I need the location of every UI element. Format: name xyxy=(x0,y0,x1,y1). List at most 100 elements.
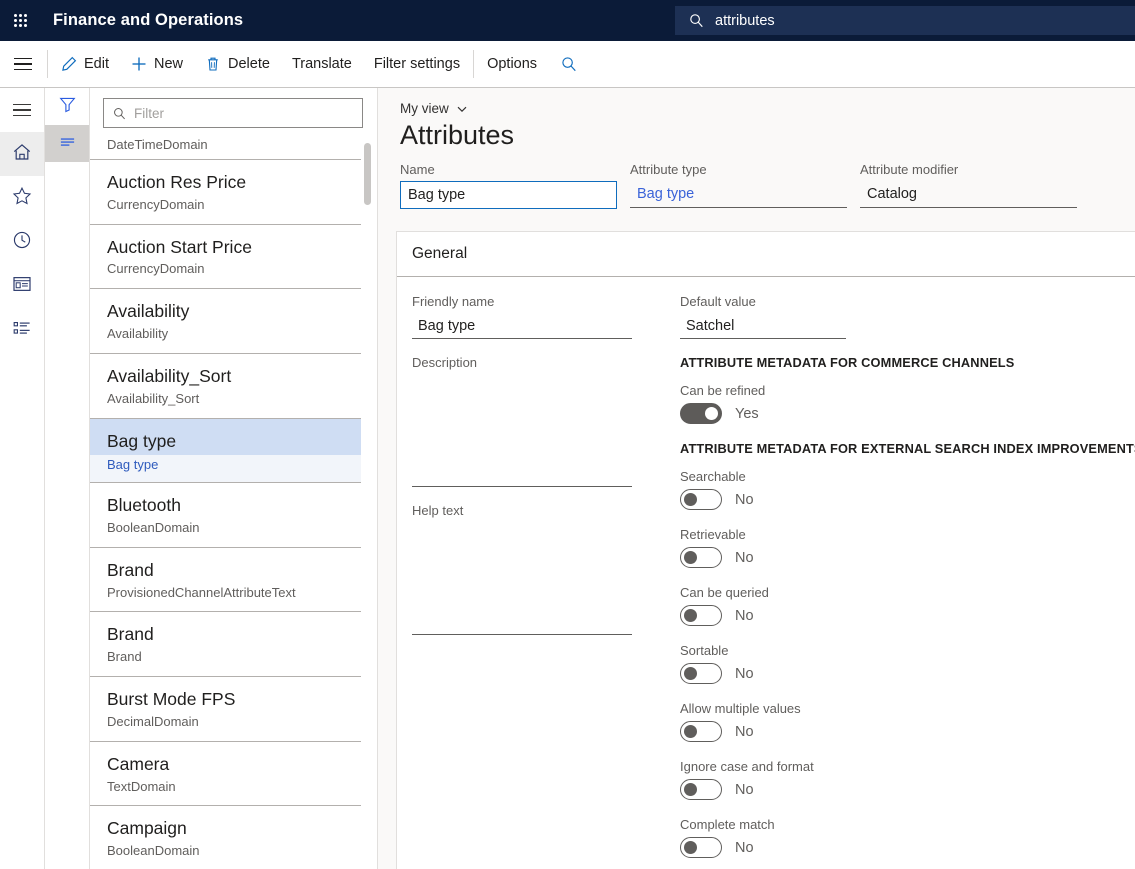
list-item-subtitle-row: Brand xyxy=(107,649,361,666)
list-item-title: Auction Res Price xyxy=(107,171,361,194)
list-item-subtitle: CurrencyDomain xyxy=(107,197,361,214)
rail-home[interactable] xyxy=(0,132,44,176)
friendly-name-value: Bag type xyxy=(418,318,475,334)
list-item-subtitle-row: BooleanDomain xyxy=(107,520,361,537)
toggle-knob xyxy=(684,493,697,506)
attributes-list-scroll[interactable]: DateTimeDomain Auction Res Price Currency… xyxy=(90,137,378,869)
list-filter-input[interactable] xyxy=(134,106,334,121)
edit-button[interactable]: Edit xyxy=(50,41,120,87)
lines-icon xyxy=(59,133,76,155)
sortable-toggle-row: No xyxy=(680,663,1105,684)
left-navigation-rail xyxy=(0,88,45,869)
app-title: Finance and Operations xyxy=(53,11,243,30)
list-item-subtitle-row: Availability_Sort xyxy=(107,391,361,408)
toggle-knob xyxy=(684,667,697,680)
attribute-type-field-group: Attribute type Bag type xyxy=(630,162,860,209)
rail-modules[interactable] xyxy=(0,308,44,352)
ignore-case-and-format-toggle-row: No xyxy=(680,779,1105,800)
can-be-queried-toggle-value: No xyxy=(735,608,754,624)
allow-multiple-values-toggle-group: Allow multiple values No xyxy=(680,701,1105,742)
list-pane-toggle[interactable] xyxy=(45,125,89,162)
translate-button[interactable]: Translate xyxy=(281,41,363,87)
list-item[interactable]: Bag typeBag type xyxy=(90,419,361,484)
list-item[interactable]: Availability_SortAvailability_Sort xyxy=(90,354,361,419)
can-be-refined-toggle-label: Can be refined xyxy=(680,383,1105,398)
list-item-title: Campaign xyxy=(107,817,361,840)
list-item-subtitle: ProvisionedChannelAttributeText xyxy=(107,585,361,602)
global-search-box[interactable]: attributes xyxy=(675,6,1135,35)
help-text-field[interactable] xyxy=(412,522,632,635)
list-item-subtitle-row: CurrencyDomain xyxy=(107,261,361,278)
main-content-area: My view Attributes Name Bag type Attribu… xyxy=(378,88,1135,869)
name-field[interactable]: Bag type xyxy=(400,181,617,209)
default-value-value: Satchel xyxy=(686,318,734,334)
general-section-card: General Friendly name Bag type Descripti… xyxy=(396,231,1135,869)
workspace-icon xyxy=(12,274,32,299)
list-item[interactable]: Burst Mode FPSDecimalDomain xyxy=(90,677,361,742)
app-launcher-button[interactable] xyxy=(0,0,41,41)
list-item-subtitle: Brand xyxy=(107,649,361,666)
attribute-type-field[interactable]: Bag type xyxy=(630,181,847,208)
toggle-knob xyxy=(684,551,697,564)
list-item-subtitle-row: Bag type xyxy=(90,455,361,482)
default-value-field[interactable]: Satchel xyxy=(680,313,846,339)
list-item-title: Auction Start Price xyxy=(107,236,361,259)
list-item[interactable]: BrandBrand xyxy=(90,612,361,677)
allow-multiple-values-toggle-label: Allow multiple values xyxy=(680,701,1105,716)
sortable-toggle[interactable] xyxy=(680,663,722,684)
nav-menu-toggle-button[interactable] xyxy=(0,41,45,87)
list-item-subtitle-row: CurrencyDomain xyxy=(107,197,361,214)
options-button[interactable]: Options xyxy=(476,41,548,87)
list-item[interactable]: Auction Start Price CurrencyDomain xyxy=(90,225,361,290)
hamburger-icon xyxy=(14,58,32,71)
allow-multiple-values-toggle[interactable] xyxy=(680,721,722,742)
list-item[interactable]: Availability Availability xyxy=(90,289,361,354)
list-item-subtitle: Availability xyxy=(107,326,361,343)
trash-icon xyxy=(205,56,221,72)
filter-settings-button[interactable]: Filter settings xyxy=(363,41,471,87)
list-filter-box[interactable] xyxy=(103,98,363,128)
delete-button[interactable]: Delete xyxy=(194,41,281,87)
retrievable-toggle[interactable] xyxy=(680,547,722,568)
can-be-queried-toggle[interactable] xyxy=(680,605,722,626)
list-item[interactable]: BluetoothBooleanDomain xyxy=(90,483,361,548)
allow-multiple-values-toggle-row: No xyxy=(680,721,1105,742)
toggle-knob xyxy=(684,609,697,622)
star-icon xyxy=(12,186,32,211)
list-item-partial[interactable]: DateTimeDomain xyxy=(90,137,361,160)
complete-match-toggle-row: No xyxy=(680,837,1105,858)
complete-match-toggle-value: No xyxy=(735,840,754,856)
searchable-toggle[interactable] xyxy=(680,489,722,510)
general-right-column: Default value Satchel ATTRIBUTE METADATA… xyxy=(665,294,1105,869)
attribute-type-field-value[interactable]: Bag type xyxy=(637,186,694,202)
friendly-name-field[interactable]: Bag type xyxy=(412,313,632,339)
attribute-modifier-field[interactable]: Catalog xyxy=(860,181,1077,208)
general-section-body: Friendly name Bag type Description Help … xyxy=(397,277,1135,869)
filter-pane-toggle[interactable] xyxy=(45,88,89,125)
complete-match-toggle[interactable] xyxy=(680,837,722,858)
list-scrollbar-thumb[interactable] xyxy=(364,143,371,205)
list-item[interactable]: BrandProvisionedChannelAttributeText xyxy=(90,548,361,613)
rail-hamburger[interactable] xyxy=(0,88,44,132)
retrievable-toggle-group: RetrievableNo xyxy=(680,527,1105,568)
general-section-header[interactable]: General xyxy=(397,232,1135,277)
ignore-case-and-format-toggle[interactable] xyxy=(680,779,722,800)
list-item[interactable]: Auction Res Price CurrencyDomain xyxy=(90,160,361,225)
description-field[interactable] xyxy=(412,374,632,487)
can-be-refined-toggle[interactable] xyxy=(680,403,722,424)
commerce-toggles-group: Can be refinedYes xyxy=(680,383,1105,424)
list-item[interactable]: CampaignBooleanDomain xyxy=(90,806,361,869)
list-item[interactable]: CameraTextDomain xyxy=(90,742,361,807)
toolbar-search-button[interactable] xyxy=(548,41,590,87)
search-icon xyxy=(561,56,577,72)
new-button[interactable]: New xyxy=(120,41,194,87)
toggle-knob xyxy=(684,725,697,738)
rail-workspaces[interactable] xyxy=(0,264,44,308)
list-item-title: Availability xyxy=(107,300,361,323)
list-scrollbar[interactable] xyxy=(364,143,371,803)
list-filter-wrap xyxy=(90,88,377,133)
view-selector[interactable]: My view xyxy=(400,101,468,116)
delete-button-label: Delete xyxy=(228,56,270,72)
rail-recent[interactable] xyxy=(0,220,44,264)
rail-favorites[interactable] xyxy=(0,176,44,220)
